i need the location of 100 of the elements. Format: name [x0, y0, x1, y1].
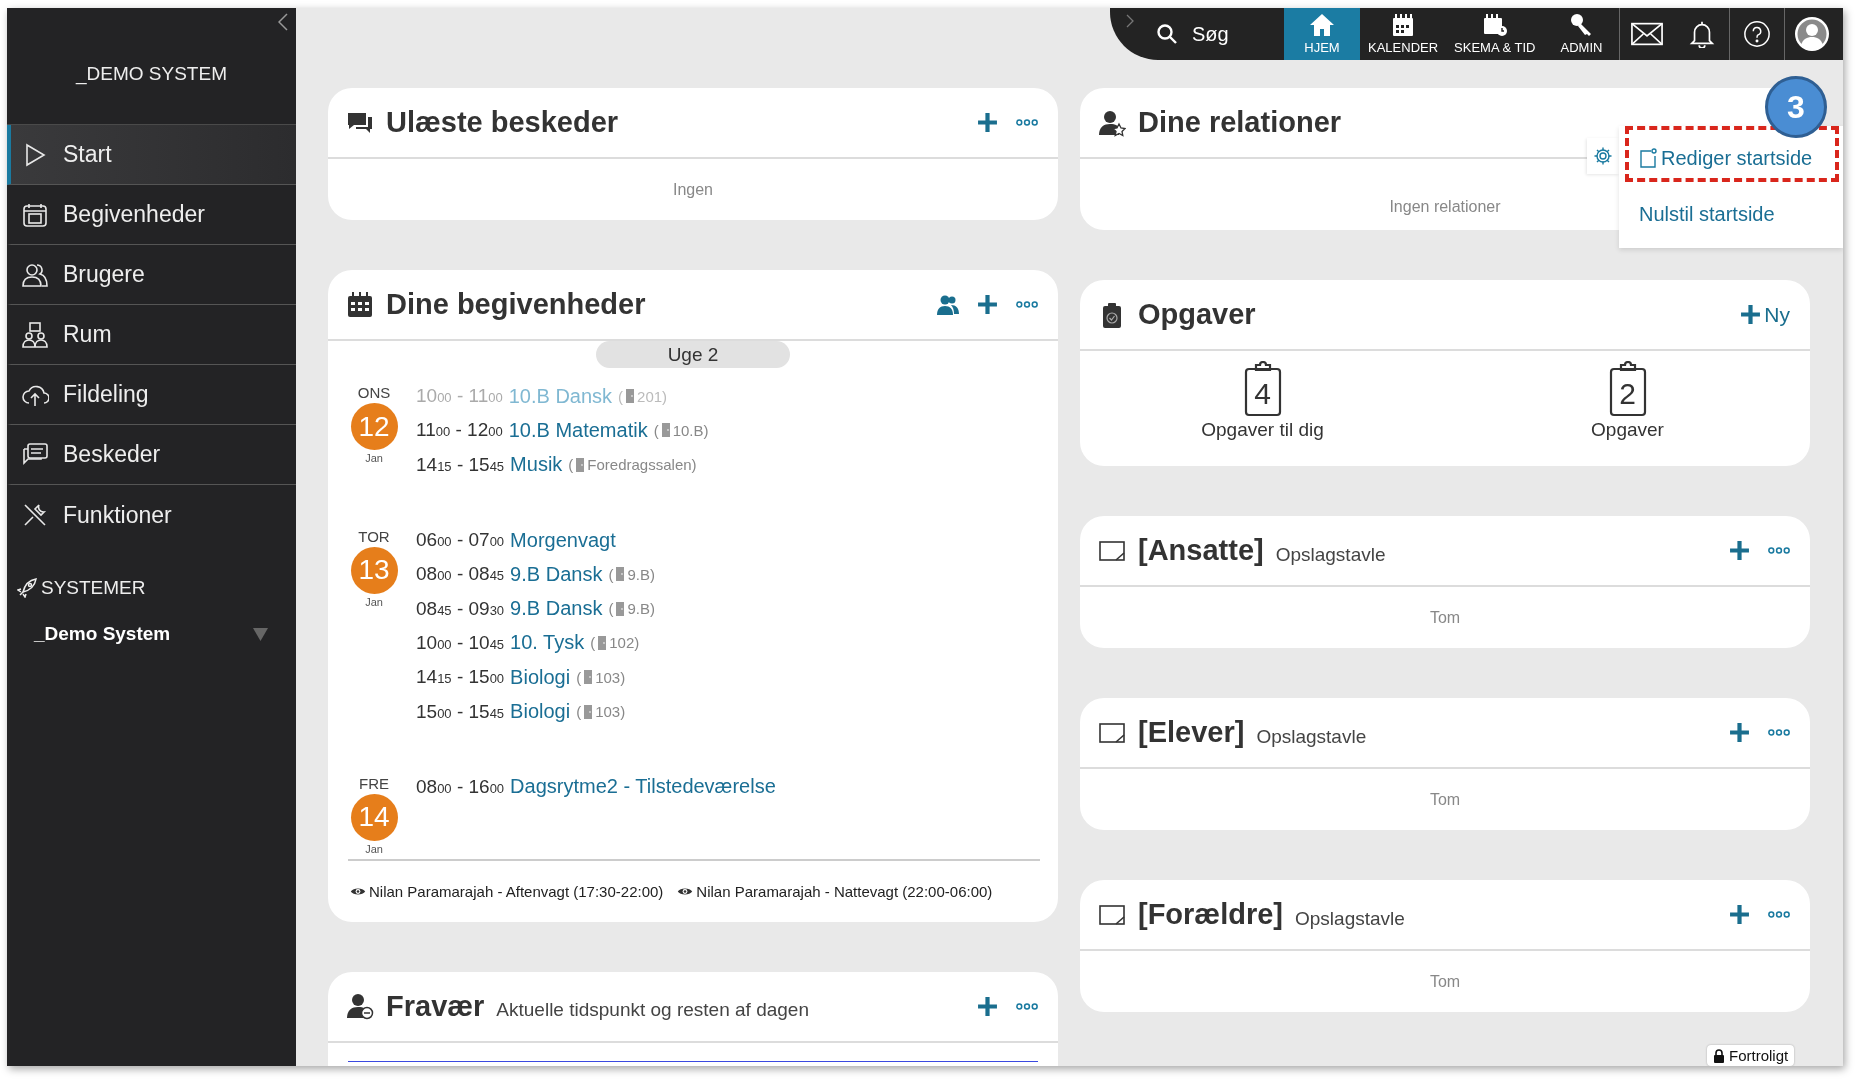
event-link[interactable]: Musik [510, 453, 563, 477]
clipboard-icon [1607, 361, 1648, 417]
event-link[interactable]: 9.B Dansk [510, 562, 603, 586]
more-button[interactable] [1768, 546, 1790, 555]
plus-icon [1729, 904, 1750, 925]
month-label: Jan [365, 842, 383, 855]
add-button[interactable] [1729, 722, 1750, 743]
menu-item[interactable]: Nulstil startside [1625, 182, 1839, 238]
card-subtitle: Opslagstavle [1256, 725, 1367, 748]
event-link[interactable]: 10. Tysk [510, 631, 585, 655]
sidebar-item[interactable]: Fildeling [7, 365, 296, 425]
room-label: ( 103) [576, 703, 626, 720]
empty-text: Tom [1429, 608, 1461, 627]
room-label: ( Foredragssalen) [568, 456, 697, 474]
door-icon [625, 389, 636, 404]
event-link[interactable]: Biologi [510, 665, 571, 689]
people-icon [937, 293, 959, 316]
clipboard-icon [1242, 361, 1283, 417]
month-label: Jan [365, 595, 383, 608]
more-button[interactable] [1016, 300, 1038, 309]
plus-icon [1740, 304, 1762, 325]
sidebar-item[interactable]: Brugere [7, 245, 296, 305]
room-label: ( 9.B) [608, 600, 655, 618]
room-label: ( 102) [590, 634, 640, 652]
more-icon [1768, 728, 1790, 737]
month-label: Jan [365, 452, 383, 464]
card-title: Ulæste beskeder [386, 106, 619, 139]
date-circle: 13 [350, 546, 398, 594]
more-icon [1768, 910, 1790, 919]
more-button[interactable] [1016, 1001, 1038, 1011]
collapse-button[interactable] [278, 12, 290, 32]
card-subtitle: Aktuelle tidspunkt og resten af dagen [496, 999, 809, 1022]
more-button[interactable] [1016, 118, 1038, 127]
event-link[interactable]: 10.B Matematik [508, 418, 648, 442]
empty-text: Ingen relationer [1389, 198, 1501, 216]
date-circle: 14 [350, 793, 398, 841]
date-circle: 12 [350, 403, 398, 450]
watcher-text: Nilan Paramarajah - Nattevagt (22:00-06:00) [696, 882, 993, 900]
nav-tab[interactable]: HJEM [1284, 8, 1360, 60]
plus-icon [977, 294, 998, 315]
room-icon [21, 320, 49, 349]
door-icon [597, 635, 608, 650]
envelope-icon [1631, 20, 1664, 48]
plus-icon [977, 995, 998, 1017]
door-icon [583, 704, 594, 719]
settings-icon [1593, 146, 1613, 166]
watcher-text: Nilan Paramarajah - Aftenvagt (17:30-22:00) [369, 882, 664, 900]
sidebar-item[interactable]: Start [7, 125, 296, 185]
more-icon [1016, 1001, 1038, 1011]
empty-text: Tom [1429, 972, 1461, 991]
settings-button[interactable] [1587, 138, 1619, 174]
house-icon [1309, 13, 1335, 37]
add-button[interactable]: Ny [1740, 302, 1790, 327]
room-label: ( 10.B) [653, 421, 709, 439]
people-button[interactable] [937, 293, 959, 316]
sidebar-item[interactable]: Beskeder [7, 425, 296, 485]
nav-tab[interactable]: KALENDER [1360, 8, 1447, 60]
event-link[interactable]: 9.B Dansk [510, 597, 603, 621]
sidebar-item[interactable]: Rum [7, 305, 296, 365]
add-button[interactable] [977, 294, 998, 315]
calendar-icon [346, 290, 374, 319]
more-button[interactable] [1768, 728, 1790, 737]
task-counter[interactable]: 2 Opgaver [1445, 351, 1810, 466]
weekday-label: ONS [357, 383, 391, 403]
person-star-icon [1098, 108, 1126, 137]
room-label: ( 103) [576, 668, 626, 686]
lock-icon [1713, 1048, 1725, 1063]
door-icon [615, 601, 626, 616]
event-link[interactable]: Morgenvagt [510, 528, 616, 552]
task-counter[interactable]: 4 Opgaver til dig [1080, 351, 1445, 466]
edit-page-icon [1639, 148, 1657, 168]
door-icon [615, 567, 626, 582]
more-icon [1016, 300, 1038, 309]
calendar-clock-icon [1481, 13, 1508, 37]
system-dropdown[interactable]: _Demo System [34, 623, 268, 645]
door-icon [575, 457, 586, 472]
weekday-label: TOR [358, 526, 390, 547]
add-button[interactable] [1729, 904, 1750, 925]
nav-tab[interactable]: SKEMA & TID [1446, 8, 1544, 60]
nav-tab[interactable]: ADMIN [1543, 8, 1620, 60]
person-minus-icon [346, 992, 374, 1021]
card-subtitle: Opslagstavle [1275, 543, 1386, 566]
sidebar-item[interactable]: Begivenheder [7, 185, 296, 245]
card-subtitle: Opslagstavle [1295, 907, 1405, 930]
add-button[interactable] [1729, 540, 1750, 561]
add-button[interactable] [977, 995, 998, 1017]
sidebar-item[interactable]: Funktioner [7, 485, 296, 545]
add-button[interactable] [977, 112, 998, 133]
event-link[interactable]: Dagsrytme2 - Tilstedeværelse [510, 775, 776, 799]
door-icon [583, 670, 594, 685]
card-title: Dine begivenheder [386, 288, 646, 321]
weekday-label: FRE [359, 773, 389, 794]
plus-icon [1729, 540, 1750, 561]
plus-icon [977, 112, 998, 133]
more-button[interactable] [1768, 910, 1790, 919]
empty-text: Ingen [672, 180, 713, 199]
week-label: Uge 2 [596, 341, 790, 368]
event-link[interactable]: Biologi [510, 700, 571, 723]
search-button[interactable]: Søg [1156, 8, 1284, 60]
empty-text: Tom [1429, 790, 1461, 809]
